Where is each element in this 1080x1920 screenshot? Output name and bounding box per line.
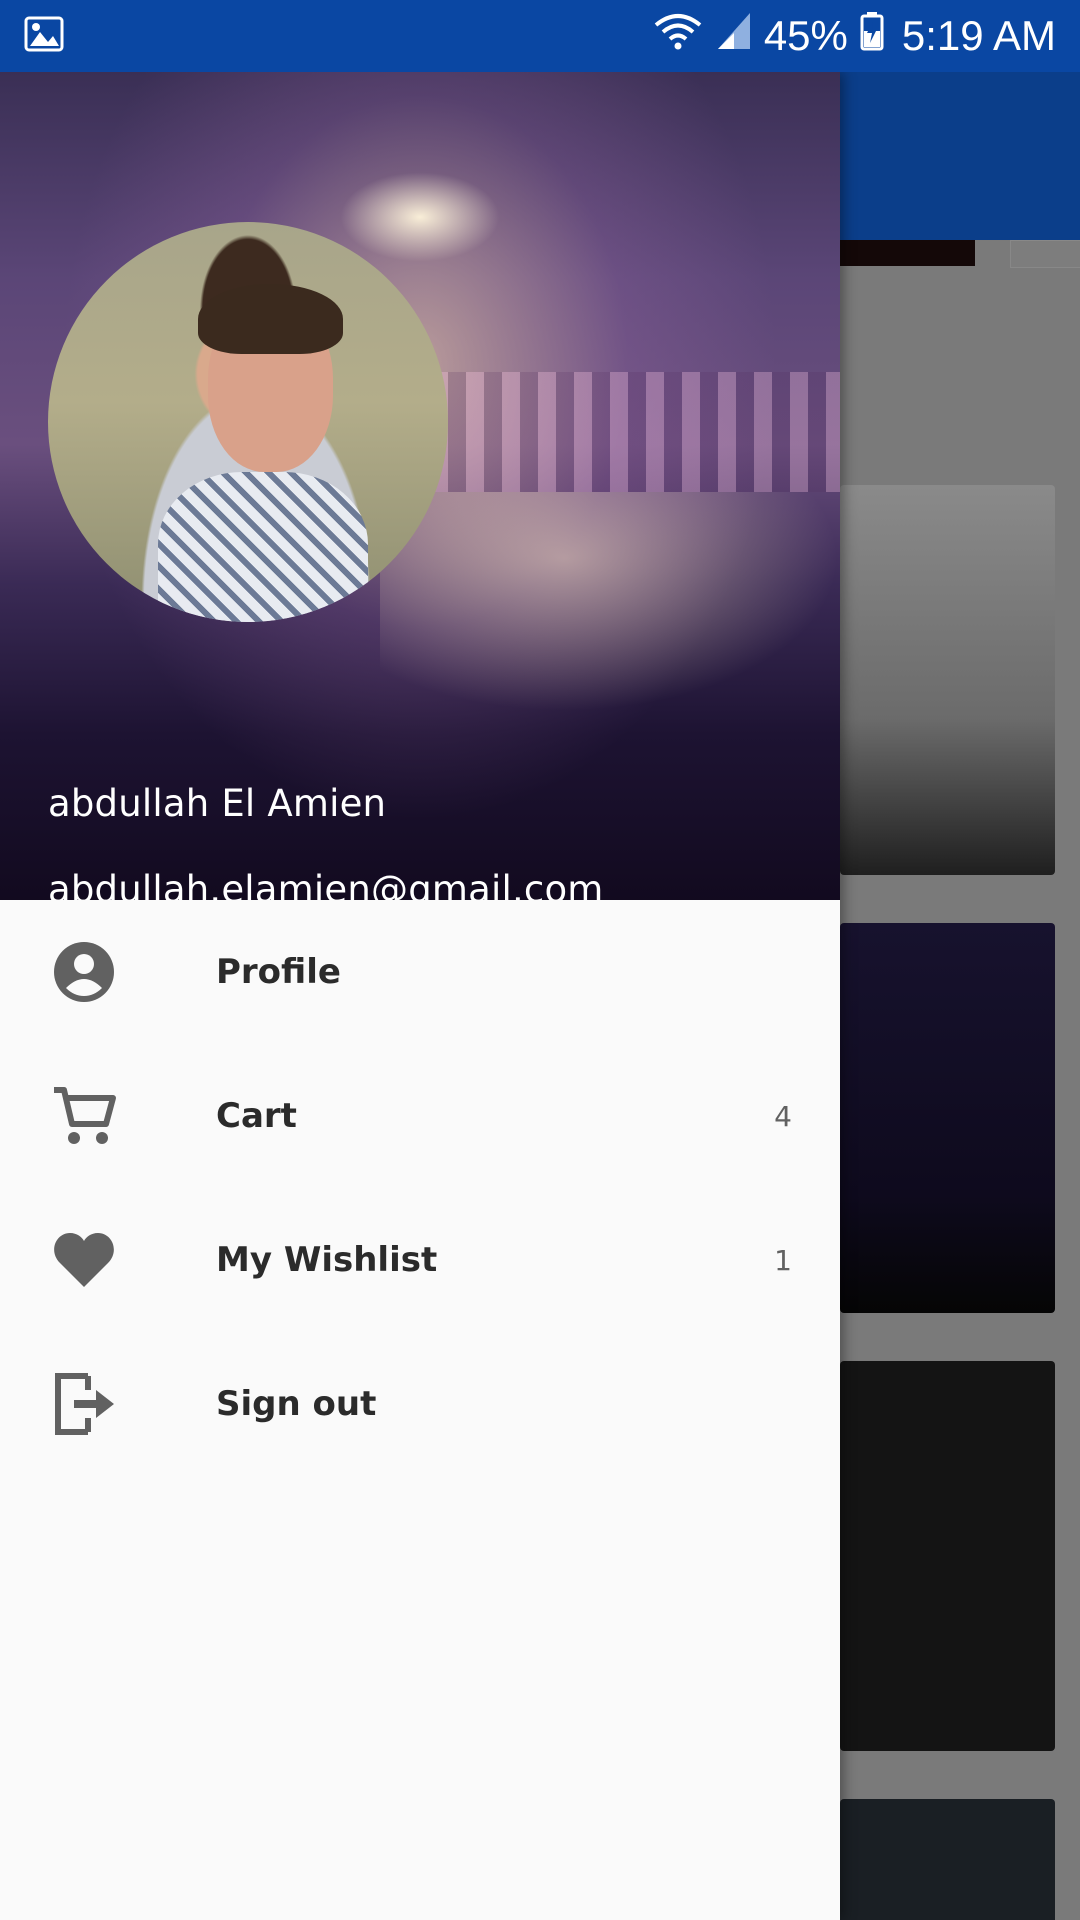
- drawer-header: abdullah El Amien abdullah.elamien@gmail…: [0, 72, 840, 900]
- account-circle-icon: [48, 936, 120, 1008]
- avatar-hair: [198, 284, 343, 354]
- avatar-shirt: [158, 472, 368, 622]
- user-name: abdullah El Amien: [48, 782, 387, 825]
- drawer-menu: Profile Cart 4 My Wishlist 1 Sign out: [0, 900, 840, 1476]
- background-product-card[interactable]: [840, 923, 1055, 1313]
- header-background-reflection: [380, 492, 840, 712]
- menu-item-wishlist[interactable]: My Wishlist 1: [0, 1188, 840, 1332]
- background-product-card[interactable]: [840, 1799, 1055, 1920]
- cart-icon: [48, 1080, 120, 1152]
- heart-icon: [48, 1224, 120, 1296]
- background-banner-edge: [840, 240, 975, 266]
- avatar[interactable]: [48, 222, 448, 622]
- menu-label-sign-out: Sign out: [216, 1384, 377, 1424]
- sign-out-icon: [48, 1368, 120, 1440]
- signal-icon: [716, 11, 752, 61]
- wishlist-count-badge: 1: [774, 1243, 792, 1277]
- battery-percent: 45%: [763, 12, 848, 59]
- menu-item-sign-out[interactable]: Sign out: [0, 1332, 840, 1476]
- cart-count-badge: 4: [774, 1099, 792, 1133]
- header-background-image: [340, 172, 500, 262]
- image-icon: [24, 16, 64, 56]
- menu-item-profile[interactable]: Profile: [0, 900, 840, 1044]
- clock: 5:19 AM: [901, 12, 1056, 59]
- status-right: 45% 5:19 AM: [652, 11, 1056, 61]
- background-product-card[interactable]: [840, 1361, 1055, 1751]
- navigation-drawer: abdullah El Amien abdullah.elamien@gmail…: [0, 72, 840, 1920]
- header-background-shops: [430, 372, 840, 492]
- background-banner-edge-2: [1010, 240, 1080, 268]
- status-left: [24, 16, 64, 56]
- status-bar: 45% 5:19 AM: [0, 0, 1080, 72]
- background-product-card[interactable]: [840, 485, 1055, 875]
- wifi-icon: [652, 11, 704, 61]
- menu-item-cart[interactable]: Cart 4: [0, 1044, 840, 1188]
- battery-icon: [860, 11, 884, 61]
- background-toolbar: [840, 72, 1080, 240]
- menu-label-profile: Profile: [216, 952, 341, 992]
- user-email: abdullah.elamien@gmail.com: [48, 868, 604, 900]
- menu-label-wishlist: My Wishlist: [216, 1240, 438, 1280]
- menu-label-cart: Cart: [216, 1096, 297, 1136]
